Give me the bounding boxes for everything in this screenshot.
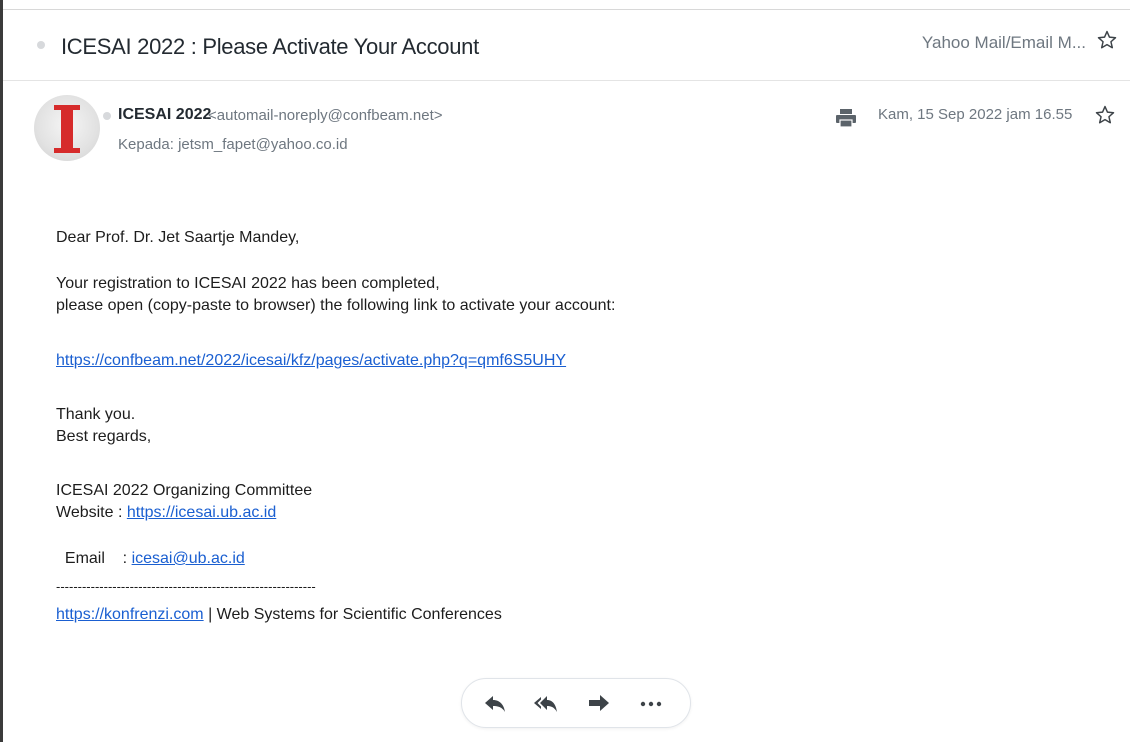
reply-icon[interactable] — [482, 691, 508, 715]
email-link[interactable]: icesai@ub.ac.id — [132, 550, 245, 567]
message-star-icon[interactable] — [1094, 104, 1116, 126]
sender-status-dot — [103, 112, 111, 120]
sender-name[interactable]: ICESAI 2022 — [118, 106, 211, 124]
reply-all-icon[interactable] — [532, 691, 558, 715]
website-row: Website : https://icesai.ub.ac.id — [56, 502, 276, 523]
separator-line: ----------------------------------------… — [56, 579, 316, 594]
sender-avatar[interactable] — [34, 95, 100, 161]
email-label: Email : — [64, 550, 132, 567]
recipient-row: Kepada: jetsm_fapet@yahoo.co.id — [118, 136, 348, 153]
unread-indicator-dot[interactable] — [37, 41, 45, 49]
recipient-label: Kepada: — [118, 136, 174, 153]
message-date: Kam, 15 Sep 2022 jam 16.55 — [878, 106, 1073, 123]
forward-icon[interactable] — [586, 691, 612, 715]
more-icon[interactable] — [638, 691, 664, 715]
body-line-2: please open (copy-paste to browser) the … — [56, 297, 616, 314]
footer-text: | Web Systems for Scientific Conferences — [203, 606, 502, 623]
thanks-line: Thank you. — [56, 406, 136, 423]
message-action-bar — [461, 678, 691, 728]
sender-email[interactable]: <automail-noreply@confbeam.net> — [208, 107, 443, 124]
activation-link[interactable]: https://confbeam.net/2022/icesai/kfz/pag… — [56, 352, 566, 369]
window-top-edge — [0, 0, 1130, 9]
website-link[interactable]: https://icesai.ub.ac.id — [127, 504, 276, 521]
activation-link-row: https://confbeam.net/2022/icesai/kfz/pag… — [56, 350, 566, 371]
body-line-1: Your registration to ICESAI 2022 has bee… — [56, 275, 440, 292]
window-left-border — [0, 0, 3, 742]
subject-header: ICESAI 2022 : Please Activate Your Accou… — [3, 10, 1130, 81]
folder-label[interactable]: Yahoo Mail/Email M... — [922, 33, 1086, 53]
website-label: Website : — [56, 504, 127, 521]
footer-link[interactable]: https://konfrenzi.com — [56, 606, 204, 623]
recipient-email[interactable]: jetsm_fapet@yahoo.co.id — [178, 136, 348, 153]
email-row: Email : icesai@ub.ac.id — [56, 527, 245, 569]
avatar-logo-icon — [54, 105, 80, 153]
committee-line: ICESAI 2022 Organizing Committee — [56, 482, 313, 499]
regards-line: Best regards, — [56, 428, 152, 445]
print-icon[interactable] — [835, 108, 857, 128]
star-icon[interactable] — [1096, 29, 1118, 51]
email-subject: ICESAI 2022 : Please Activate Your Accou… — [61, 34, 479, 59]
footer-row: https://konfrenzi.com | Web Systems for … — [56, 604, 502, 625]
greeting: Dear Prof. Dr. Jet Saartje Mandey, — [56, 229, 300, 246]
